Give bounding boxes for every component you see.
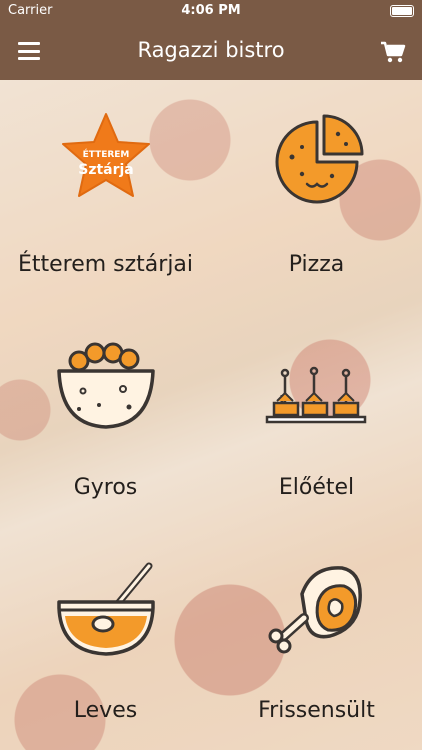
badge-line1: ÉTTEREM xyxy=(82,148,129,160)
page-title: Ragazzi bistro xyxy=(137,38,285,62)
cart-icon[interactable] xyxy=(380,40,406,64)
category-label: Pizza xyxy=(288,252,345,277)
navigation-bar: Ragazzi bistro xyxy=(0,22,422,80)
status-bar: Carrier 4:06 PM xyxy=(0,0,422,22)
category-label: Étterem sztárjai xyxy=(17,252,194,277)
badge-line2: Sztárja xyxy=(78,162,134,178)
category-label: Előétel xyxy=(278,475,355,500)
category-gyros[interactable]: Gyros xyxy=(0,303,211,526)
category-eloetel[interactable]: Előétel xyxy=(211,303,422,526)
category-frissensult[interactable]: Frissensült xyxy=(211,526,422,749)
category-leves[interactable]: Leves xyxy=(0,526,211,749)
soup-bowl-icon xyxy=(51,558,161,658)
category-pizza[interactable]: Pizza xyxy=(211,80,422,303)
meat-leg-icon xyxy=(262,558,372,658)
battery-icon xyxy=(390,5,414,17)
bowl-icon xyxy=(51,335,161,435)
category-etterem-sztarjai[interactable]: ÉTTEREM Sztárja Étterem sztárjai xyxy=(0,80,211,303)
canape-icon xyxy=(262,335,372,435)
status-time: 4:06 PM xyxy=(181,3,241,18)
category-label: Leves xyxy=(73,698,138,723)
star-badge-icon: ÉTTEREM Sztárja xyxy=(51,112,161,212)
category-label: Gyros xyxy=(73,475,138,500)
pizza-icon xyxy=(262,112,372,212)
category-label: Frissensült xyxy=(258,698,375,723)
